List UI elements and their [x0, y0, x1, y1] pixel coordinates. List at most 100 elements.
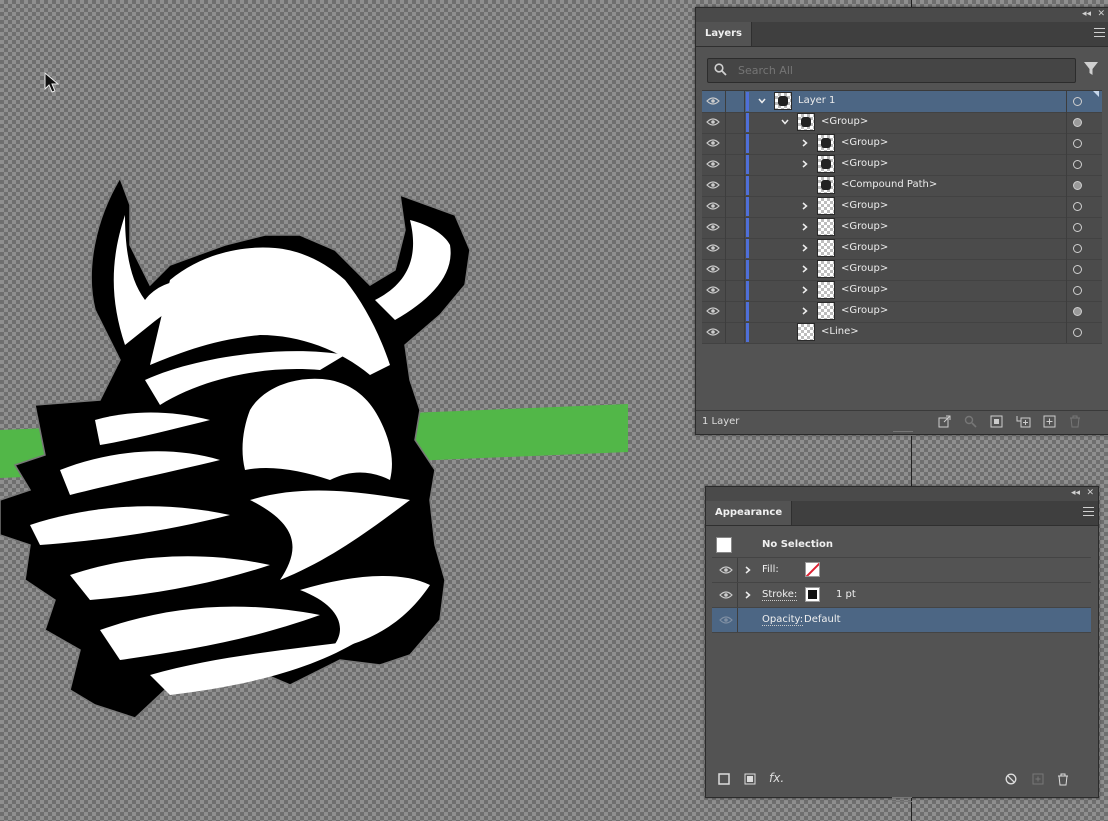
- locate-object-icon[interactable]: [964, 415, 977, 428]
- target-circle-icon[interactable]: [1073, 223, 1082, 232]
- trash-icon[interactable]: [1057, 773, 1069, 786]
- layer-label[interactable]: <Group>: [841, 221, 888, 232]
- add-new-stroke-icon[interactable]: [718, 773, 730, 785]
- fill-row[interactable]: Fill:: [712, 558, 1091, 583]
- chevron-right-icon[interactable]: [743, 565, 753, 575]
- layers-search[interactable]: [707, 58, 1076, 83]
- chevron-right-icon[interactable]: [743, 590, 753, 600]
- visibility-eye-icon[interactable]: [706, 96, 720, 106]
- visibility-eye-icon[interactable]: [719, 590, 733, 600]
- new-sublayer-icon[interactable]: [1016, 415, 1031, 428]
- search-input[interactable]: [736, 61, 1060, 80]
- visibility-eye-icon[interactable]: [706, 306, 720, 316]
- chevron-right-icon[interactable]: [800, 138, 810, 148]
- target-circle-icon[interactable]: [1073, 202, 1082, 211]
- visibility-eye-icon[interactable]: [706, 117, 720, 127]
- layer-row-layer-1[interactable]: Layer 1: [702, 91, 1102, 113]
- layer-row-group[interactable]: <Group>: [702, 259, 1102, 281]
- visibility-eye-icon[interactable]: [706, 138, 720, 148]
- resize-grip[interactable]: [892, 431, 913, 436]
- layer-label[interactable]: <Group>: [841, 158, 888, 169]
- fill-none-swatch[interactable]: [805, 562, 820, 577]
- fx-effect-icon[interactable]: fx.: [769, 771, 784, 785]
- lock-toggle[interactable]: [725, 259, 745, 280]
- target-circle-icon[interactable]: [1073, 265, 1082, 274]
- opacity-label[interactable]: Opacity:: [762, 614, 804, 626]
- lock-toggle[interactable]: [725, 112, 745, 133]
- stroke-label[interactable]: Stroke:: [762, 589, 798, 601]
- layer-label[interactable]: <Group>: [821, 116, 868, 127]
- target-circle-icon[interactable]: [1073, 160, 1082, 169]
- visibility-eye-icon[interactable]: [706, 285, 720, 295]
- lock-toggle[interactable]: [725, 91, 745, 112]
- layer-label[interactable]: <Group>: [841, 137, 888, 148]
- layer-row-group[interactable]: <Group>: [702, 301, 1102, 323]
- lock-toggle[interactable]: [725, 133, 745, 154]
- layer-label[interactable]: <Compound Path>: [841, 179, 937, 190]
- lock-toggle[interactable]: [725, 280, 745, 301]
- clipping-mask-icon[interactable]: [990, 415, 1003, 428]
- collapse-icon[interactable]: ◂◂: [1071, 488, 1080, 498]
- layer-row-group[interactable]: <Group>: [702, 280, 1102, 302]
- layer-row-group[interactable]: <Group>: [702, 154, 1102, 176]
- target-circle-icon[interactable]: [1073, 307, 1082, 316]
- layer-label[interactable]: Layer 1: [798, 95, 835, 106]
- panel-menu-icon[interactable]: [1083, 507, 1094, 516]
- add-new-fill-icon[interactable]: [744, 773, 756, 785]
- layer-label[interactable]: <Group>: [841, 263, 888, 274]
- stroke-weight[interactable]: 1 pt: [836, 589, 856, 600]
- layer-label[interactable]: <Group>: [841, 284, 888, 295]
- stroke-row[interactable]: Stroke: 1 pt: [712, 583, 1091, 608]
- visibility-eye-icon[interactable]: [706, 180, 720, 190]
- opacity-row[interactable]: Opacity: Default: [712, 608, 1091, 633]
- layer-label[interactable]: <Line>: [821, 326, 859, 337]
- layer-row-group[interactable]: <Group>: [702, 133, 1102, 155]
- visibility-eye-icon[interactable]: [706, 264, 720, 274]
- lock-toggle[interactable]: [725, 322, 745, 343]
- collapse-icon[interactable]: ◂◂: [1082, 9, 1091, 19]
- target-circle-icon[interactable]: [1073, 139, 1082, 148]
- clear-appearance-icon[interactable]: [1005, 773, 1017, 785]
- lock-toggle[interactable]: [725, 175, 745, 196]
- layer-row-group[interactable]: <Group>: [702, 238, 1102, 260]
- lock-toggle[interactable]: [725, 217, 745, 238]
- viking-artwork[interactable]: [0, 0, 700, 821]
- chevron-right-icon[interactable]: [800, 285, 810, 295]
- new-layer-icon[interactable]: [1043, 415, 1056, 428]
- opacity-value[interactable]: Default: [804, 614, 841, 625]
- chevron-right-icon[interactable]: [800, 201, 810, 211]
- panel-menu-icon[interactable]: [1094, 28, 1105, 37]
- visibility-eye-icon[interactable]: [719, 565, 733, 575]
- target-circle-icon[interactable]: [1073, 118, 1082, 127]
- trash-icon[interactable]: [1069, 415, 1081, 428]
- target-circle-icon[interactable]: [1073, 97, 1082, 106]
- layer-label[interactable]: <Group>: [841, 200, 888, 211]
- layer-row-line[interactable]: <Line>: [702, 322, 1102, 344]
- chevron-right-icon[interactable]: [800, 243, 810, 253]
- visibility-eye-icon[interactable]: [706, 159, 720, 169]
- visibility-eye-icon[interactable]: [706, 201, 720, 211]
- lock-toggle[interactable]: [725, 154, 745, 175]
- stroke-swatch[interactable]: [805, 587, 820, 602]
- tab-layers[interactable]: Layers: [696, 22, 752, 46]
- close-icon[interactable]: ✕: [1086, 488, 1094, 498]
- layer-row-group[interactable]: <Group>: [702, 217, 1102, 239]
- target-circle-icon[interactable]: [1073, 286, 1082, 295]
- chevron-down-icon[interactable]: [757, 96, 767, 106]
- filter-icon[interactable]: [1084, 62, 1098, 76]
- layer-label[interactable]: <Group>: [841, 242, 888, 253]
- chevron-right-icon[interactable]: [800, 264, 810, 274]
- layer-label[interactable]: <Group>: [841, 305, 888, 316]
- target-circle-icon[interactable]: [1073, 244, 1082, 253]
- export-icon[interactable]: [938, 415, 951, 428]
- layer-row-compound-path[interactable]: <Compound Path>: [702, 175, 1102, 197]
- chevron-down-icon[interactable]: [780, 117, 790, 127]
- close-icon[interactable]: ✕: [1097, 9, 1105, 19]
- tab-appearance[interactable]: Appearance: [706, 501, 793, 525]
- duplicate-item-icon[interactable]: [1032, 773, 1044, 785]
- layer-row-group[interactable]: <Group>: [702, 112, 1102, 134]
- visibility-eye-icon[interactable]: [706, 243, 720, 253]
- visibility-eye-icon[interactable]: [706, 327, 720, 337]
- lock-toggle[interactable]: [725, 238, 745, 259]
- lock-toggle[interactable]: [725, 301, 745, 322]
